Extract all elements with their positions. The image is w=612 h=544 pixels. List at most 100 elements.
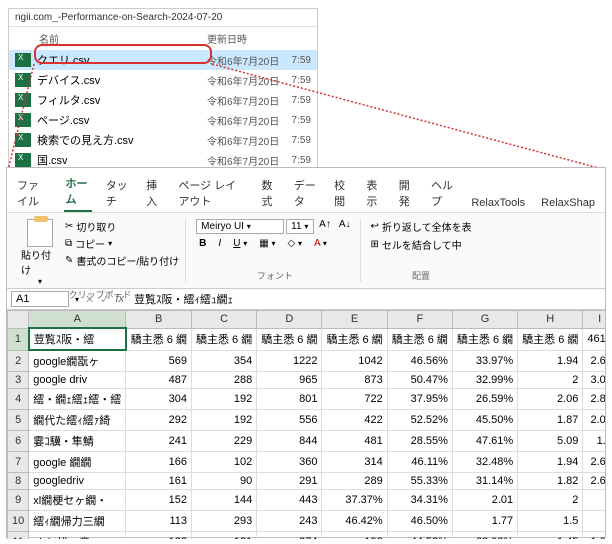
cell[interactable]: 1.77 — [452, 511, 517, 532]
cell[interactable]: 33.97% — [452, 350, 517, 372]
underline-button[interactable]: U ▾ — [230, 238, 250, 249]
cell[interactable]: 152 — [126, 490, 192, 511]
font-color-button[interactable]: A ▾ — [311, 238, 330, 249]
cancel-icon[interactable]: ✕ — [85, 293, 94, 306]
cell[interactable]: 113 — [126, 511, 192, 532]
cell[interactable]: 驕主悉 6 繝 — [191, 328, 256, 350]
tab-RelaxTools[interactable]: RelaxTools — [469, 194, 527, 212]
cell[interactable]: 229 — [191, 431, 256, 452]
cell[interactable]: 1042 — [322, 350, 387, 372]
cell[interactable]: googledriv — [29, 473, 126, 490]
cell[interactable]: 487 — [126, 372, 192, 389]
cell[interactable]: 2 — [518, 372, 583, 389]
cell[interactable]: 2.82 — [583, 389, 605, 410]
cell[interactable]: 314 — [322, 452, 387, 473]
row-header[interactable]: 3 — [8, 372, 29, 389]
cell[interactable]: 霎ｺ驥・隼鯖 — [29, 431, 126, 452]
cell[interactable]: 5.09 — [518, 431, 583, 452]
cell[interactable]: 2.65 — [583, 350, 605, 372]
cell[interactable]: google 繝繝 — [29, 452, 126, 473]
cell[interactable]: xl繝梗セヶ繝・ — [29, 490, 126, 511]
col-header-G[interactable]: G — [452, 311, 517, 329]
cell[interactable]: 1.94 — [518, 350, 583, 372]
cell[interactable]: 驕主悉 6 繝 — [387, 328, 452, 350]
row-header[interactable]: 7 — [8, 452, 29, 473]
formula-input[interactable]: 荳覧ｽ阪・繧ｨ繧ｭ繝ｪ — [130, 291, 601, 307]
col-header-B[interactable]: B — [126, 311, 192, 329]
cell[interactable]: 443 — [257, 490, 322, 511]
italic-button[interactable]: I — [215, 238, 224, 249]
row-header[interactable]: 9 — [8, 490, 29, 511]
file-row[interactable]: ページ.csv 令和6年7月20日 7:59 — [9, 110, 317, 130]
cell[interactable]: 241 — [126, 431, 192, 452]
cell[interactable]: 354 — [191, 350, 256, 372]
cell[interactable]: 556 — [257, 410, 322, 431]
format-painter-button[interactable]: ✎書式のコピー/貼り付け — [65, 253, 179, 268]
cell[interactable]: 繝代た繧ｨ繧ｧ綺 — [29, 410, 126, 431]
grow-font-button[interactable]: A↑ — [316, 219, 334, 234]
tab-データ[interactable]: データ — [292, 174, 320, 212]
tab-RelaxShap[interactable]: RelaxShap — [539, 194, 597, 212]
col-header-C[interactable]: C — [191, 311, 256, 329]
cell[interactable]: 274 — [257, 532, 322, 540]
cell[interactable]: 驕主悉 6 繝 — [518, 328, 583, 350]
cell[interactable]: 驕主悉 6 繝 — [452, 328, 517, 350]
cell[interactable]: 1222 — [257, 350, 322, 372]
cell[interactable]: 46.42% — [322, 511, 387, 532]
cell[interactable]: 繧ｨ繝帰力三繝 — [29, 511, 126, 532]
cell[interactable]: 90 — [191, 473, 256, 490]
cell[interactable]: 722 — [322, 389, 387, 410]
cell[interactable]: 243 — [257, 511, 322, 532]
cell[interactable]: 192 — [191, 389, 256, 410]
border-button[interactable]: ▦ ▾ — [256, 238, 278, 249]
namebox-dropdown[interactable]: ▾ — [75, 295, 79, 304]
cell[interactable]: 55.33% — [387, 473, 452, 490]
cell[interactable]: 3.05 — [583, 372, 605, 389]
cell[interactable]: 422 — [322, 410, 387, 431]
cell[interactable]: google driv — [29, 372, 126, 389]
cell[interactable]: 驕主悉 6 繝 — [257, 328, 322, 350]
cell[interactable]: eight蛻、竜 — [29, 532, 126, 540]
cell[interactable]: 驕主悉 6 繝 — [126, 328, 192, 350]
cell[interactable]: 122 — [126, 532, 192, 540]
cell[interactable]: 荳覧ｽ阪・繧 — [29, 328, 126, 350]
tab-表示[interactable]: 表示 — [364, 174, 384, 212]
cell[interactable]: 481 — [322, 431, 387, 452]
cell[interactable]: 304 — [126, 389, 192, 410]
cell[interactable]: 34.31% — [387, 490, 452, 511]
tab-タッチ[interactable]: タッチ — [104, 174, 132, 212]
cell[interactable]: 1.01 — [583, 532, 605, 540]
col-header-name[interactable]: 名前 — [15, 31, 207, 46]
file-row[interactable]: フィルタ.csv 令和6年7月20日 7:59 — [9, 90, 317, 110]
row-header[interactable]: 5 — [8, 410, 29, 431]
cell[interactable]: 2.06 — [518, 389, 583, 410]
cell[interactable]: 291 — [257, 473, 322, 490]
cell[interactable] — [583, 511, 605, 532]
cell[interactable]: google繝翫ヶ — [29, 350, 126, 372]
paste-button[interactable]: 貼り付け ▾ — [21, 219, 59, 286]
row-header[interactable]: 10 — [8, 511, 29, 532]
tab-挿入[interactable]: 挿入 — [144, 174, 164, 212]
cell[interactable]: 288 — [191, 372, 256, 389]
col-header-F[interactable]: F — [387, 311, 452, 329]
cell[interactable]: 1.94 — [518, 452, 583, 473]
merge-center-button[interactable]: ⊞セルを結合して中 — [371, 237, 462, 252]
cell[interactable]: 2.63 — [583, 473, 605, 490]
file-row[interactable]: デバイス.csv 令和6年7月20日 7:59 — [9, 70, 317, 90]
name-box[interactable]: A1 — [11, 291, 69, 307]
row-header[interactable]: 6 — [8, 431, 29, 452]
col-header-I[interactable]: I — [583, 311, 605, 329]
row-header[interactable]: 1 — [8, 328, 29, 350]
tab-ファイル[interactable]: ファイル — [15, 174, 52, 212]
cell[interactable]: 4614 — [583, 328, 605, 350]
fill-color-button[interactable]: ◇ ▾ — [284, 238, 304, 249]
cell[interactable]: 569 — [126, 350, 192, 372]
cell[interactable]: 1.45 — [518, 532, 583, 540]
cell[interactable]: 360 — [257, 452, 322, 473]
cell[interactable]: 1.5 — [583, 431, 605, 452]
fx-icon[interactable]: fx — [115, 293, 124, 305]
cell[interactable]: 2.61 — [583, 452, 605, 473]
wrap-text-button[interactable]: ↩折り返して全体を表 — [371, 219, 472, 234]
shrink-font-button[interactable]: A↓ — [336, 219, 354, 234]
col-header-A[interactable]: A — [29, 311, 126, 329]
